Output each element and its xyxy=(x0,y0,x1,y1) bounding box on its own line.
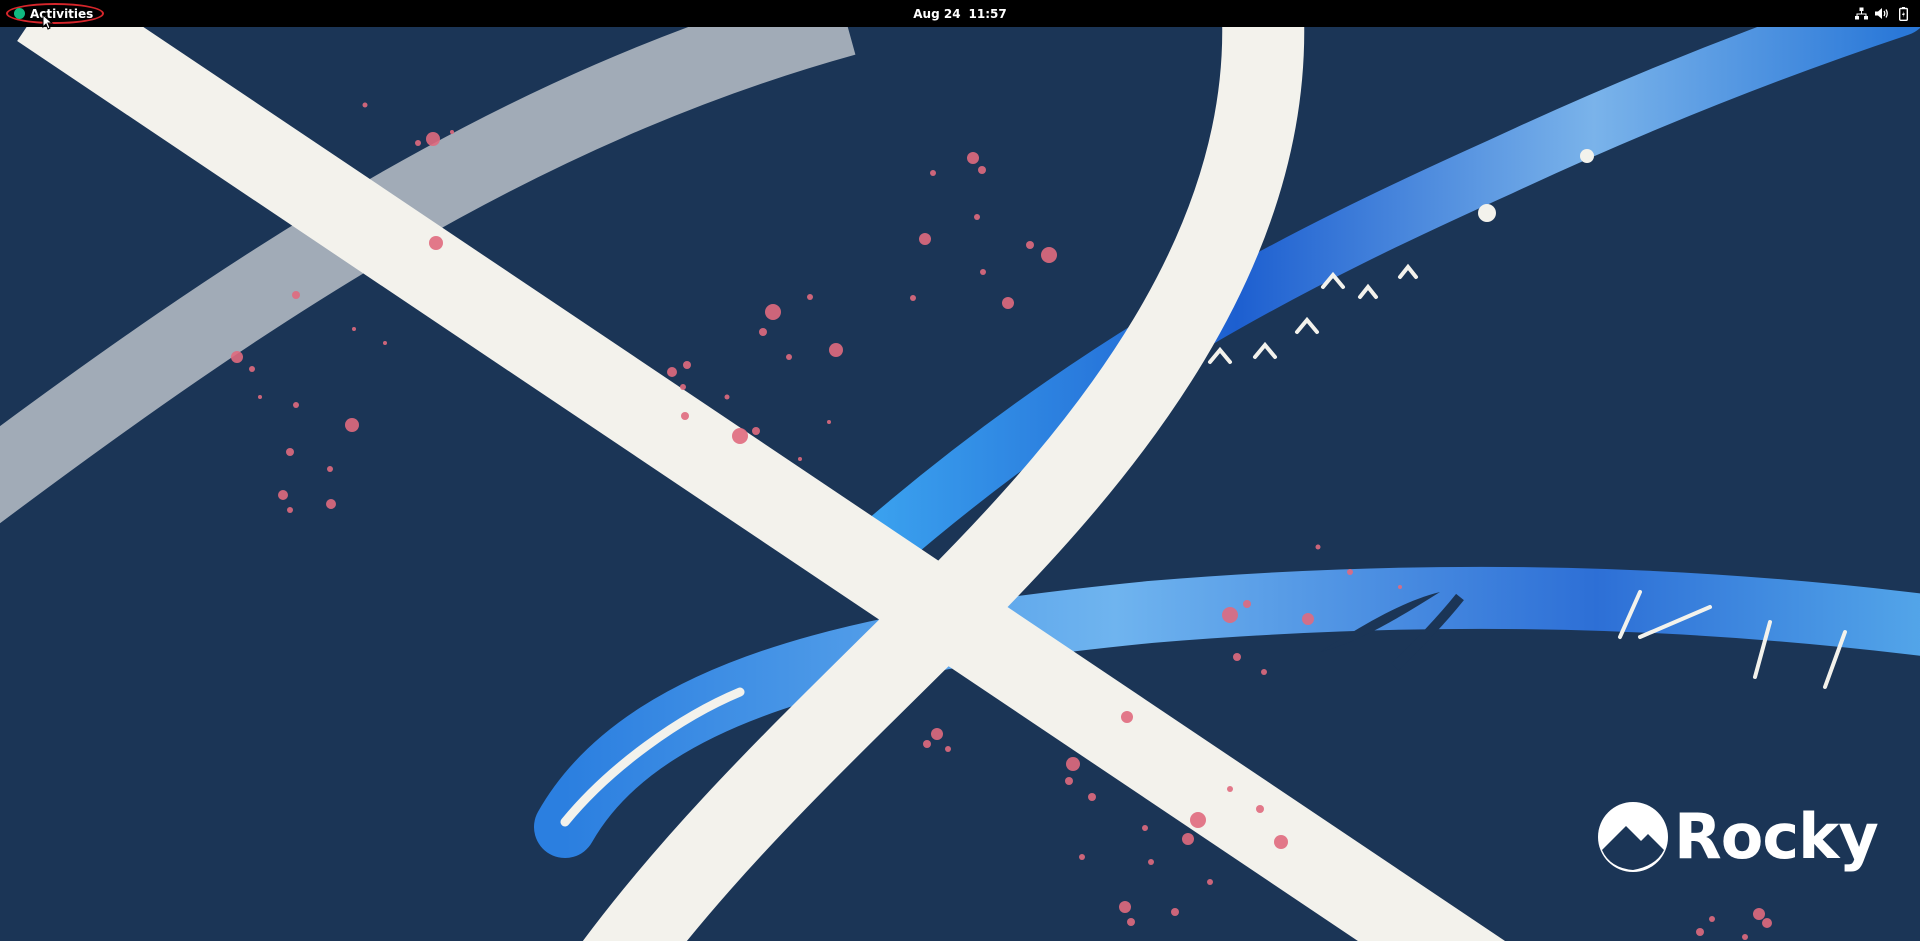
rocky-mountain-icon xyxy=(1598,802,1668,872)
mouse-pointer-icon xyxy=(42,14,54,30)
clock-date: Aug 24 xyxy=(913,6,961,21)
rocky-logo-icon xyxy=(14,8,25,19)
desktop-wallpaper: Rocky xyxy=(0,27,1920,941)
battery-icon xyxy=(1896,6,1910,21)
system-menu-button[interactable] xyxy=(1854,0,1910,27)
volume-icon xyxy=(1875,7,1889,21)
rocky-wordmark: Rocky xyxy=(1674,800,1879,873)
activities-label: Activities xyxy=(30,6,94,21)
activities-button[interactable]: Activities xyxy=(6,3,105,24)
rocky-brand-logo: Rocky xyxy=(1596,800,1879,874)
top-bar: Activities Aug 24 11:57 xyxy=(0,0,1920,30)
clock-button[interactable]: Aug 24 11:57 xyxy=(880,0,1040,27)
clock-time: 11:57 xyxy=(968,6,1007,21)
network-icon xyxy=(1854,7,1868,21)
desktop-screen: Activities Aug 24 11:57 Rocky xyxy=(0,0,1920,941)
